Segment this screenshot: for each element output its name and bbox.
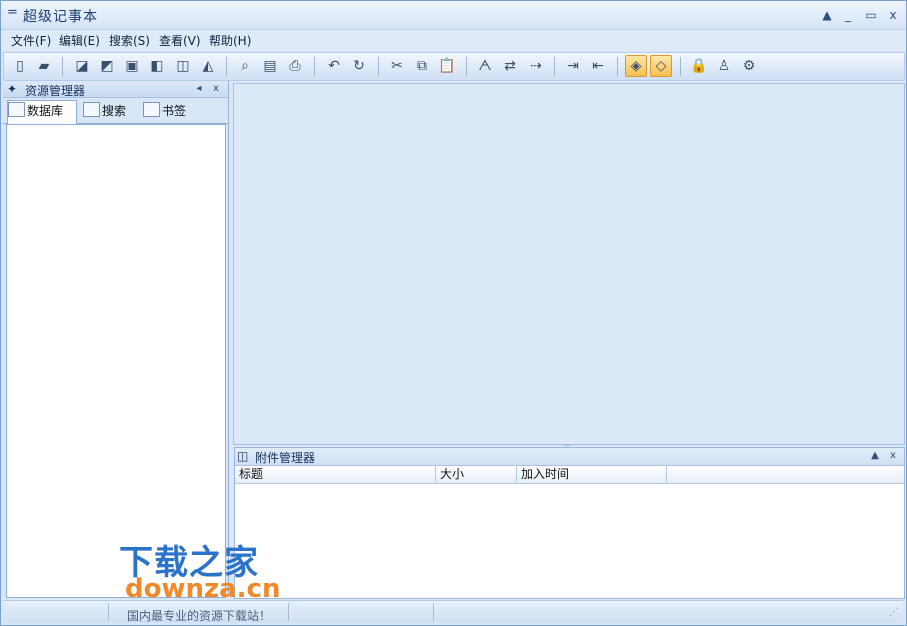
column-size[interactable]: 大小 [436, 466, 517, 483]
menu-help[interactable]: 帮助(H) [209, 32, 251, 49]
resource-manager-pane: ✦ 资源管理器 ◂ x 数据库 搜索 书签 [3, 81, 229, 598]
toolbar-separator [314, 57, 315, 76]
page-setup-icon[interactable]: ▤ [260, 56, 280, 76]
toolbar-separator [466, 57, 467, 76]
tab-search-label: 搜索 [102, 104, 127, 118]
resource-manager-title: 资源管理器 [25, 84, 86, 98]
print-preview-icon[interactable]: ⌕ [235, 56, 255, 76]
save-icon[interactable]: ▣ [122, 56, 142, 76]
new-file-icon[interactable]: ▯ [10, 56, 30, 76]
resource-tabs: 数据库 搜索 书签 [3, 99, 228, 124]
cut-icon[interactable]: ✂ [387, 56, 407, 76]
export-icon[interactable]: ◩ [97, 56, 117, 76]
maximize-button[interactable]: ▭ [863, 7, 879, 23]
find-next-icon[interactable]: ⇢ [526, 56, 546, 76]
resize-grip-icon[interactable]: ⋰ [889, 607, 899, 618]
find-icon[interactable]: ᗅ [475, 56, 495, 76]
status-separator [288, 603, 289, 621]
collapse-pane-button[interactable]: ▲ [869, 448, 881, 464]
menu-search[interactable]: 搜索(S) [109, 32, 150, 49]
replace-icon[interactable]: ⇄ [500, 56, 520, 76]
database-chart-icon [8, 102, 25, 117]
resource-manager-toggle-icon[interactable]: ◈ [625, 55, 647, 77]
pin-pane-button[interactable]: ◂ [193, 81, 205, 97]
tab-bookmark[interactable]: 书签 [143, 101, 193, 122]
tab-database[interactable]: 数据库 [7, 100, 77, 124]
toolbar-separator [554, 57, 555, 76]
toolbar-separator [378, 57, 379, 76]
save-all-icon[interactable]: ◧ [147, 56, 167, 76]
tab-database-label: 数据库 [27, 104, 64, 118]
attachment-list[interactable] [235, 484, 904, 598]
window-title: 超级记事本 [23, 9, 98, 25]
status-separator [433, 603, 434, 621]
column-empty [667, 466, 903, 483]
title-bar[interactable]: = 超级记事本 ▲ _ ▭ x [1, 1, 906, 30]
resource-manager-icon: ✦ [7, 82, 18, 96]
search-window-icon [83, 102, 100, 117]
attachment-manager-header: ◫ 附件管理器 ▲ x [235, 448, 904, 466]
toolbar-separator [226, 57, 227, 76]
print-icon[interactable]: ⎙ [285, 56, 305, 76]
menu-file[interactable]: 文件(F) [11, 32, 51, 49]
close-attachment-pane-button[interactable]: x [887, 448, 899, 464]
tab-search[interactable]: 搜索 [83, 101, 133, 122]
redo-icon[interactable]: ↻ [349, 56, 369, 76]
column-added-time[interactable]: 加入时间 [517, 466, 667, 483]
copy-icon[interactable]: ⧉ [412, 56, 432, 76]
toolbar-separator [62, 57, 63, 76]
resource-manager-header: ✦ 资源管理器 ◂ x [3, 81, 228, 98]
close-button[interactable]: x [885, 7, 901, 23]
watermark-slogan: 国内最专业的资源下载站！ [127, 609, 272, 623]
bookmark-folder-icon [143, 102, 160, 117]
toolbar: ▯ ▰ ◪ ◩ ▣ ◧ ◫ ◭ ⌕ ▤ ⎙ ↶ ↻ ✂ ⧉ 📋 ᗅ ⇄ ⇢ ⇥ … [3, 52, 905, 81]
menu-edit[interactable]: 编辑(E) [59, 32, 100, 49]
attachment-manager-pane: ◫ 附件管理器 ▲ x 标题 大小 加入时间 [234, 447, 905, 599]
open-db-icon[interactable]: ◫ [173, 56, 193, 76]
open-folder-icon[interactable]: ▰ [34, 56, 54, 76]
column-title[interactable]: 标题 [235, 466, 436, 483]
toolbar-separator [617, 57, 618, 76]
minimize-button[interactable]: _ [840, 7, 856, 23]
tab-bookmark-label: 书签 [162, 104, 187, 118]
attachment-manager-title: 附件管理器 [255, 451, 316, 465]
watermark-domain: downza.cn [125, 574, 281, 604]
import-icon[interactable]: ◪ [72, 56, 92, 76]
outdent-icon[interactable]: ⇤ [588, 56, 608, 76]
paste-icon[interactable]: 📋 [437, 56, 457, 76]
attachment-manager-toggle-icon[interactable]: ◇ [650, 55, 672, 77]
close-db-icon[interactable]: ◭ [198, 56, 218, 76]
close-pane-button[interactable]: x [210, 81, 222, 97]
database-tree[interactable] [6, 124, 226, 598]
user-lock-icon[interactable]: ♙ [714, 56, 734, 76]
restore-ribbon-button[interactable]: ▲ [819, 7, 835, 23]
lock-icon[interactable]: 🔒 [689, 56, 709, 76]
settings-icon[interactable]: ⚙ [739, 56, 759, 76]
app-window: = 超级记事本 ▲ _ ▭ x 文件(F) 编辑(E) 搜索(S) 查看(V) … [0, 0, 907, 626]
attachment-manager-icon: ◫ [237, 449, 249, 463]
indent-icon[interactable]: ⇥ [563, 56, 583, 76]
attachment-table-header: 标题 大小 加入时间 [235, 466, 904, 484]
editor-area[interactable] [233, 83, 905, 445]
menu-bar: 文件(F) 编辑(E) 搜索(S) 查看(V) 帮助(H) [1, 30, 906, 50]
system-menu-icon[interactable]: = [7, 5, 18, 20]
toolbar-separator [680, 57, 681, 76]
menu-view[interactable]: 查看(V) [159, 32, 201, 49]
status-separator [108, 603, 109, 621]
undo-icon[interactable]: ↶ [324, 56, 344, 76]
